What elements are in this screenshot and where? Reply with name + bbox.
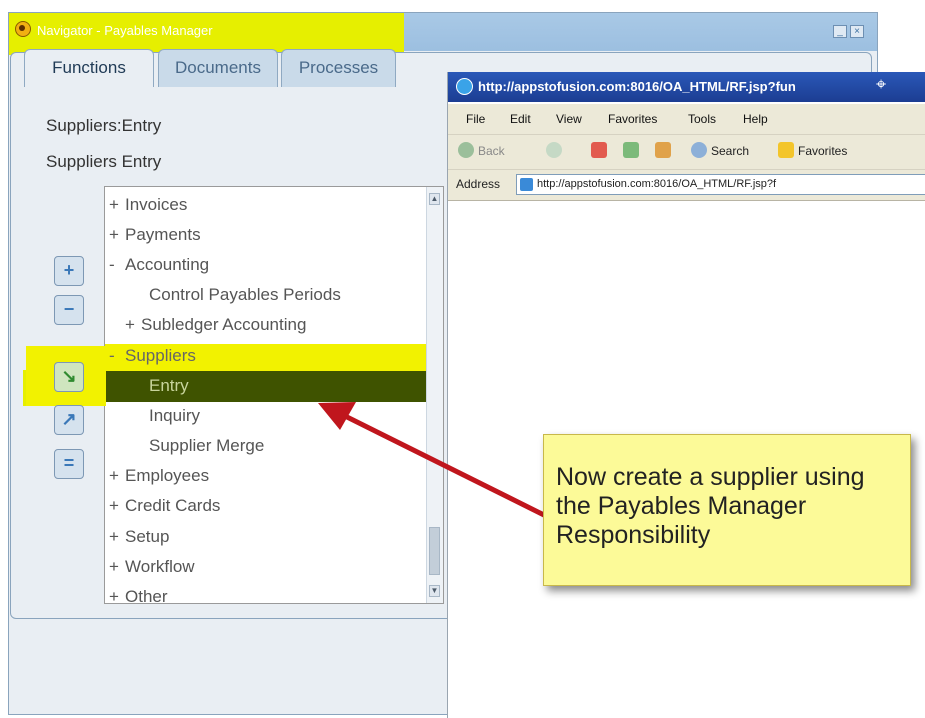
tree-item-label: Setup <box>125 527 170 546</box>
tree-item-accounting[interactable]: - Accounting <box>109 251 209 279</box>
internet-explorer-icon <box>456 78 473 95</box>
tree-item-supplier-merge[interactable]: Supplier Merge <box>133 432 264 460</box>
navigator-title: Navigator - Payables Manager <box>37 23 213 38</box>
menu-help[interactable]: Help <box>743 112 768 126</box>
tree-item-other[interactable]: + Other <box>109 583 168 604</box>
tree-expander[interactable]: + <box>109 492 125 520</box>
tree-item-invoices[interactable]: + Invoices <box>109 191 187 219</box>
tree-expander[interactable]: + <box>109 583 125 603</box>
tree-item-label: Control Payables Periods <box>149 285 341 304</box>
tree-expander[interactable]: + <box>109 553 125 581</box>
expand-all-button[interactable]: ↗ <box>54 405 84 435</box>
scroll-down-arrow-icon[interactable]: ▼ <box>429 585 440 597</box>
tree-item-label: Supplier Merge <box>149 436 265 455</box>
callout-text: Now create a supplier using the Payables… <box>556 463 865 549</box>
tree-item-workflow[interactable]: + Workflow <box>109 553 195 581</box>
tree-item-credit-cards[interactable]: + Credit Cards <box>109 492 220 520</box>
tree-item-entry[interactable]: Entry <box>133 372 189 400</box>
browser-titlebar[interactable]: http://appstofusion.com:8016/OA_HTML/RF.… <box>448 72 925 102</box>
tab-processes[interactable]: Processes <box>281 49 396 87</box>
favorites-button[interactable]: Favorites <box>798 144 847 158</box>
page-icon <box>520 178 533 191</box>
tree-expander[interactable]: - <box>109 251 125 279</box>
tree-item-label: Invoices <box>125 195 188 214</box>
tree-expander[interactable]: + <box>109 191 125 219</box>
tree-item-label: Other <box>125 587 168 604</box>
tree-expander[interactable]: + <box>109 523 125 551</box>
function-tree[interactable]: + Invoices + Payments - Accounting Control … <box>104 186 444 604</box>
address-url: http://appstofusion.com:8016/OA_HTML/RF.… <box>537 178 777 190</box>
tree-item-payments[interactable]: + Payments <box>109 221 201 249</box>
navigator-titlebar[interactable]: Navigator - Payables Manager _ × <box>9 13 877 55</box>
tree-scrollbar[interactable]: ▲ ▼ <box>426 187 443 603</box>
tree-item-label: Suppliers <box>125 346 196 365</box>
menu-edit[interactable]: Edit <box>510 112 531 126</box>
menu-file[interactable]: File <box>466 112 485 126</box>
collapse-all-button[interactable]: = <box>54 449 84 479</box>
tree-item-label: Workflow <box>125 557 195 576</box>
tree-item-control-payables-periods[interactable]: Control Payables Periods <box>133 281 341 309</box>
menu-view[interactable]: View <box>556 112 582 126</box>
tree-item-label: Inquiry <box>149 406 201 425</box>
tree-item-suppliers[interactable]: - Suppliers <box>109 342 196 370</box>
back-arrow-icon[interactable] <box>458 142 474 158</box>
expand-button[interactable]: + <box>54 256 84 286</box>
menu-tools[interactable]: Tools <box>688 112 716 126</box>
tree-expander[interactable]: - <box>109 342 125 370</box>
expand-branch-button[interactable]: ↘ <box>54 362 84 392</box>
tree-item-label: Subledger Accounting <box>141 315 307 334</box>
tree-item-label: Entry <box>149 376 189 395</box>
search-icon[interactable] <box>691 142 707 158</box>
address-label: Address <box>456 177 501 191</box>
browser-toolbar: Back Search Favorites <box>448 135 925 170</box>
back-button[interactable]: Back <box>478 144 505 158</box>
tree-item-inquiry[interactable]: Inquiry <box>133 402 200 430</box>
menu-favorites[interactable]: Favorites <box>608 112 657 126</box>
stop-icon[interactable] <box>591 142 607 158</box>
selected-function-name: Suppliers Entry <box>46 152 162 171</box>
browser-addressbar: Address http://appstofusion.com:8016/OA_… <box>448 170 925 201</box>
tree-expander[interactable]: + <box>109 462 125 490</box>
close-button[interactable]: × <box>850 25 864 38</box>
tree-expander[interactable]: + <box>125 311 141 339</box>
mouse-cursor-icon: ⌖ <box>876 74 887 94</box>
forward-arrow-icon[interactable] <box>546 142 562 158</box>
favorites-star-icon[interactable] <box>778 142 794 158</box>
selected-function-path: Suppliers:Entry <box>46 116 162 135</box>
scroll-thumb[interactable] <box>429 527 440 575</box>
refresh-icon[interactable] <box>623 142 639 158</box>
tree-item-label: Payments <box>125 225 201 244</box>
address-input[interactable]: http://appstofusion.com:8016/OA_HTML/RF.… <box>516 174 925 195</box>
tree-item-label: Employees <box>125 466 210 485</box>
scroll-up-arrow-icon[interactable]: ▲ <box>429 193 440 205</box>
oracle-app-icon <box>15 21 31 37</box>
minimize-button[interactable]: _ <box>833 25 847 38</box>
browser-window: http://appstofusion.com:8016/OA_HTML/RF.… <box>447 72 925 718</box>
tree-item-subledger-accounting[interactable]: + Subledger Accounting <box>125 311 306 339</box>
collapse-button[interactable]: − <box>54 295 84 325</box>
tree-item-label: Credit Cards <box>125 496 221 515</box>
tab-documents[interactable]: Documents <box>158 49 278 87</box>
callout-box: Now create a supplier using the Payables… <box>543 434 911 586</box>
home-icon[interactable] <box>655 142 671 158</box>
browser-menubar: File Edit View Favorites Tools Help <box>448 104 925 135</box>
tab-functions[interactable]: Functions <box>24 49 154 87</box>
tree-item-setup[interactable]: + Setup <box>109 523 169 551</box>
tree-item-label: Accounting <box>125 255 210 274</box>
browser-title: http://appstofusion.com:8016/OA_HTML/RF.… <box>478 79 796 94</box>
tree-expander[interactable]: + <box>109 221 125 249</box>
tree-item-employees[interactable]: + Employees <box>109 462 209 490</box>
search-button[interactable]: Search <box>711 144 749 158</box>
